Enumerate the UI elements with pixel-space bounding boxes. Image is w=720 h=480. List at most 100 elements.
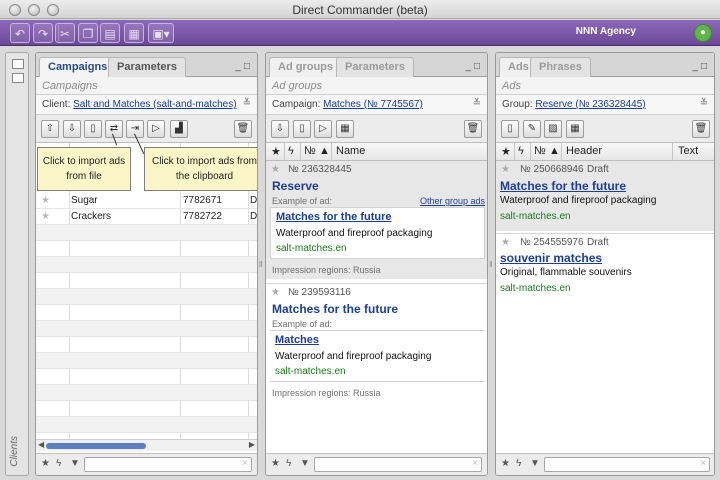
trash-icon[interactable]: 🗑 xyxy=(692,120,710,138)
table-row[interactable]: ★ Sugar 7782671 D xyxy=(36,193,257,209)
table-row[interactable]: ★ Crackers 7782722 D xyxy=(36,209,257,225)
campaign-extra: D xyxy=(250,195,258,206)
panel-window-controls-icon[interactable]: _□ xyxy=(692,61,710,72)
lightning-column-icon[interactable]: ϟ xyxy=(288,145,294,157)
cut-icon[interactable]: ✂ xyxy=(55,23,75,43)
star-icon[interactable]: ★ xyxy=(41,211,50,222)
text-column-header[interactable]: Text xyxy=(678,145,698,157)
favorite-filter-icon[interactable]: ★ xyxy=(501,458,510,469)
star-column-icon[interactable]: ★ xyxy=(501,145,511,158)
ad-item[interactable]: ★ № 254555976 Draft souvenir matches Ori… xyxy=(496,233,714,301)
filter-icon[interactable]: ▼ xyxy=(70,458,80,469)
image-icon[interactable]: ▨ xyxy=(544,120,562,138)
lightning-column-icon[interactable]: ϟ xyxy=(518,145,524,157)
client-selector[interactable]: Client: Salt and Matches (salt-and-match… xyxy=(36,95,257,115)
trash-icon[interactable]: 🗑 xyxy=(464,120,482,138)
panel-splitter-icon[interactable]: ‖ xyxy=(259,260,263,272)
horizontal-scrollbar[interactable]: ◀ ▶ xyxy=(36,439,257,451)
name-column-header[interactable]: Name xyxy=(336,145,365,157)
group-selector[interactable]: Group: Reserve (№ 236328445) ≚ xyxy=(496,95,714,115)
ad-title[interactable]: Matches for the future xyxy=(500,179,626,193)
lightning-filter-icon[interactable]: ϟ xyxy=(56,458,61,469)
number-column-header[interactable]: № xyxy=(304,145,316,157)
sidebar-restore-icon[interactable] xyxy=(12,73,24,83)
tab-phrases[interactable]: Phrases xyxy=(530,57,591,77)
table-icon[interactable]: ▦ xyxy=(336,120,354,138)
ads-search-input[interactable]: × xyxy=(544,457,710,472)
copy-icon[interactable]: ❐ xyxy=(78,23,98,43)
chevron-down-icon[interactable]: ≚ xyxy=(473,98,481,109)
paste-icon[interactable]: ▤ xyxy=(100,23,120,43)
play-icon[interactable]: ▷ xyxy=(314,120,332,138)
star-icon[interactable]: ★ xyxy=(501,164,510,175)
adgroup-item[interactable]: ★ № 239593116 Matches for the future Exa… xyxy=(266,283,487,403)
table-icon[interactable]: ▦ xyxy=(566,120,584,138)
adgroup-item[interactable]: ★ № 236328445 Reserve Example of ad: Oth… xyxy=(266,161,487,279)
new-document-icon[interactable]: ▯ xyxy=(84,120,102,138)
filter-icon[interactable]: ▼ xyxy=(300,458,310,469)
import-clipboard-tooltip: Click to import ads from the clipboard xyxy=(144,147,257,191)
tab-ad-groups[interactable]: Ad groups xyxy=(269,57,342,77)
clients-label[interactable]: Clients xyxy=(9,436,20,467)
lightning-filter-icon[interactable]: ϟ xyxy=(286,458,291,469)
lightning-filter-icon[interactable]: ϟ xyxy=(516,458,521,469)
tab-campaign-parameters[interactable]: Parameters xyxy=(108,57,186,77)
chevron-down-icon[interactable]: ≚ xyxy=(700,98,708,109)
clear-search-icon[interactable]: × xyxy=(472,458,478,469)
list-item xyxy=(36,369,257,385)
clear-search-icon[interactable]: × xyxy=(700,458,706,469)
other-group-ads-link[interactable]: Other group ads xyxy=(420,196,485,206)
tab-adgroup-parameters[interactable]: Parameters xyxy=(336,57,414,77)
ad-title[interactable]: Matches xyxy=(275,334,319,346)
filter-icon[interactable]: ▼ xyxy=(530,458,540,469)
clear-search-icon[interactable]: × xyxy=(242,458,248,469)
sort-ascending-icon[interactable]: ▲ xyxy=(319,145,330,157)
table-view-icon[interactable]: ▦ xyxy=(124,23,144,43)
scroll-thumb[interactable] xyxy=(46,443,146,449)
scroll-left-icon[interactable]: ◀ xyxy=(38,440,44,449)
client-link[interactable]: Salt and Matches (salt-and-matches) xyxy=(73,99,236,110)
ad-title[interactable]: Matches for the future xyxy=(276,211,392,223)
campaign-link[interactable]: Matches (№ 7745567) xyxy=(323,99,423,110)
trash-icon[interactable]: 🗑 xyxy=(234,120,252,138)
sort-ascending-icon[interactable]: ▲ xyxy=(549,145,560,157)
statistics-icon[interactable]: ▟ xyxy=(170,120,188,138)
download-icon[interactable]: ⇩ xyxy=(63,120,81,138)
favorite-filter-icon[interactable]: ★ xyxy=(41,458,50,469)
star-icon[interactable]: ★ xyxy=(41,195,50,206)
edit-icon[interactable]: ✎ xyxy=(523,120,541,138)
undo-icon[interactable]: ↶ xyxy=(10,23,30,43)
example-ad-card: Matches Waterproof and fireproof packagi… xyxy=(270,330,485,382)
chevron-down-icon[interactable]: ≚ xyxy=(243,98,251,109)
star-column-icon[interactable]: ★ xyxy=(271,145,281,158)
adgroups-search-input[interactable]: × xyxy=(314,457,482,472)
new-document-icon[interactable]: ▯ xyxy=(501,120,519,138)
ad-title[interactable]: souvenir matches xyxy=(500,251,602,265)
import-from-file-icon[interactable]: ⇄ xyxy=(105,120,123,138)
scroll-right-icon[interactable]: ▶ xyxy=(249,440,255,449)
tab-campaigns[interactable]: Campaigns xyxy=(39,57,117,77)
panel-splitter-icon[interactable]: ‖ xyxy=(489,260,493,272)
panel-window-controls-icon[interactable]: _□ xyxy=(235,61,253,72)
header-column-header[interactable]: Header xyxy=(566,145,602,157)
download-icon[interactable]: ⇩ xyxy=(271,120,289,138)
favorite-filter-icon[interactable]: ★ xyxy=(271,458,280,469)
ad-item[interactable]: ★ № 250668946 Draft Matches for the futu… xyxy=(496,161,714,231)
new-document-icon[interactable]: ▯ xyxy=(293,120,311,138)
campaign-selector[interactable]: Campaign: Matches (№ 7745567) ≚ xyxy=(266,95,487,115)
upload-icon[interactable]: ⇧ xyxy=(41,120,59,138)
group-link[interactable]: Reserve (№ 236328445) xyxy=(535,99,645,110)
star-icon[interactable]: ★ xyxy=(501,237,510,248)
panel-window-controls-icon[interactable]: _□ xyxy=(465,61,483,72)
star-icon[interactable]: ★ xyxy=(271,287,280,298)
redo-icon[interactable]: ↷ xyxy=(33,23,53,43)
column-divider xyxy=(300,143,301,161)
sidebar-minimize-icon[interactable] xyxy=(12,59,24,69)
play-icon[interactable]: ▷ xyxy=(147,120,165,138)
user-icon[interactable]: ● xyxy=(694,24,712,42)
ad-text: Waterproof and fireproof packaging xyxy=(276,228,433,239)
campaigns-search-input[interactable]: × xyxy=(84,457,252,472)
number-column-header[interactable]: № xyxy=(534,145,546,157)
star-icon[interactable]: ★ xyxy=(271,164,280,175)
view-options-dropdown-icon[interactable]: ▣▾ xyxy=(148,23,174,43)
